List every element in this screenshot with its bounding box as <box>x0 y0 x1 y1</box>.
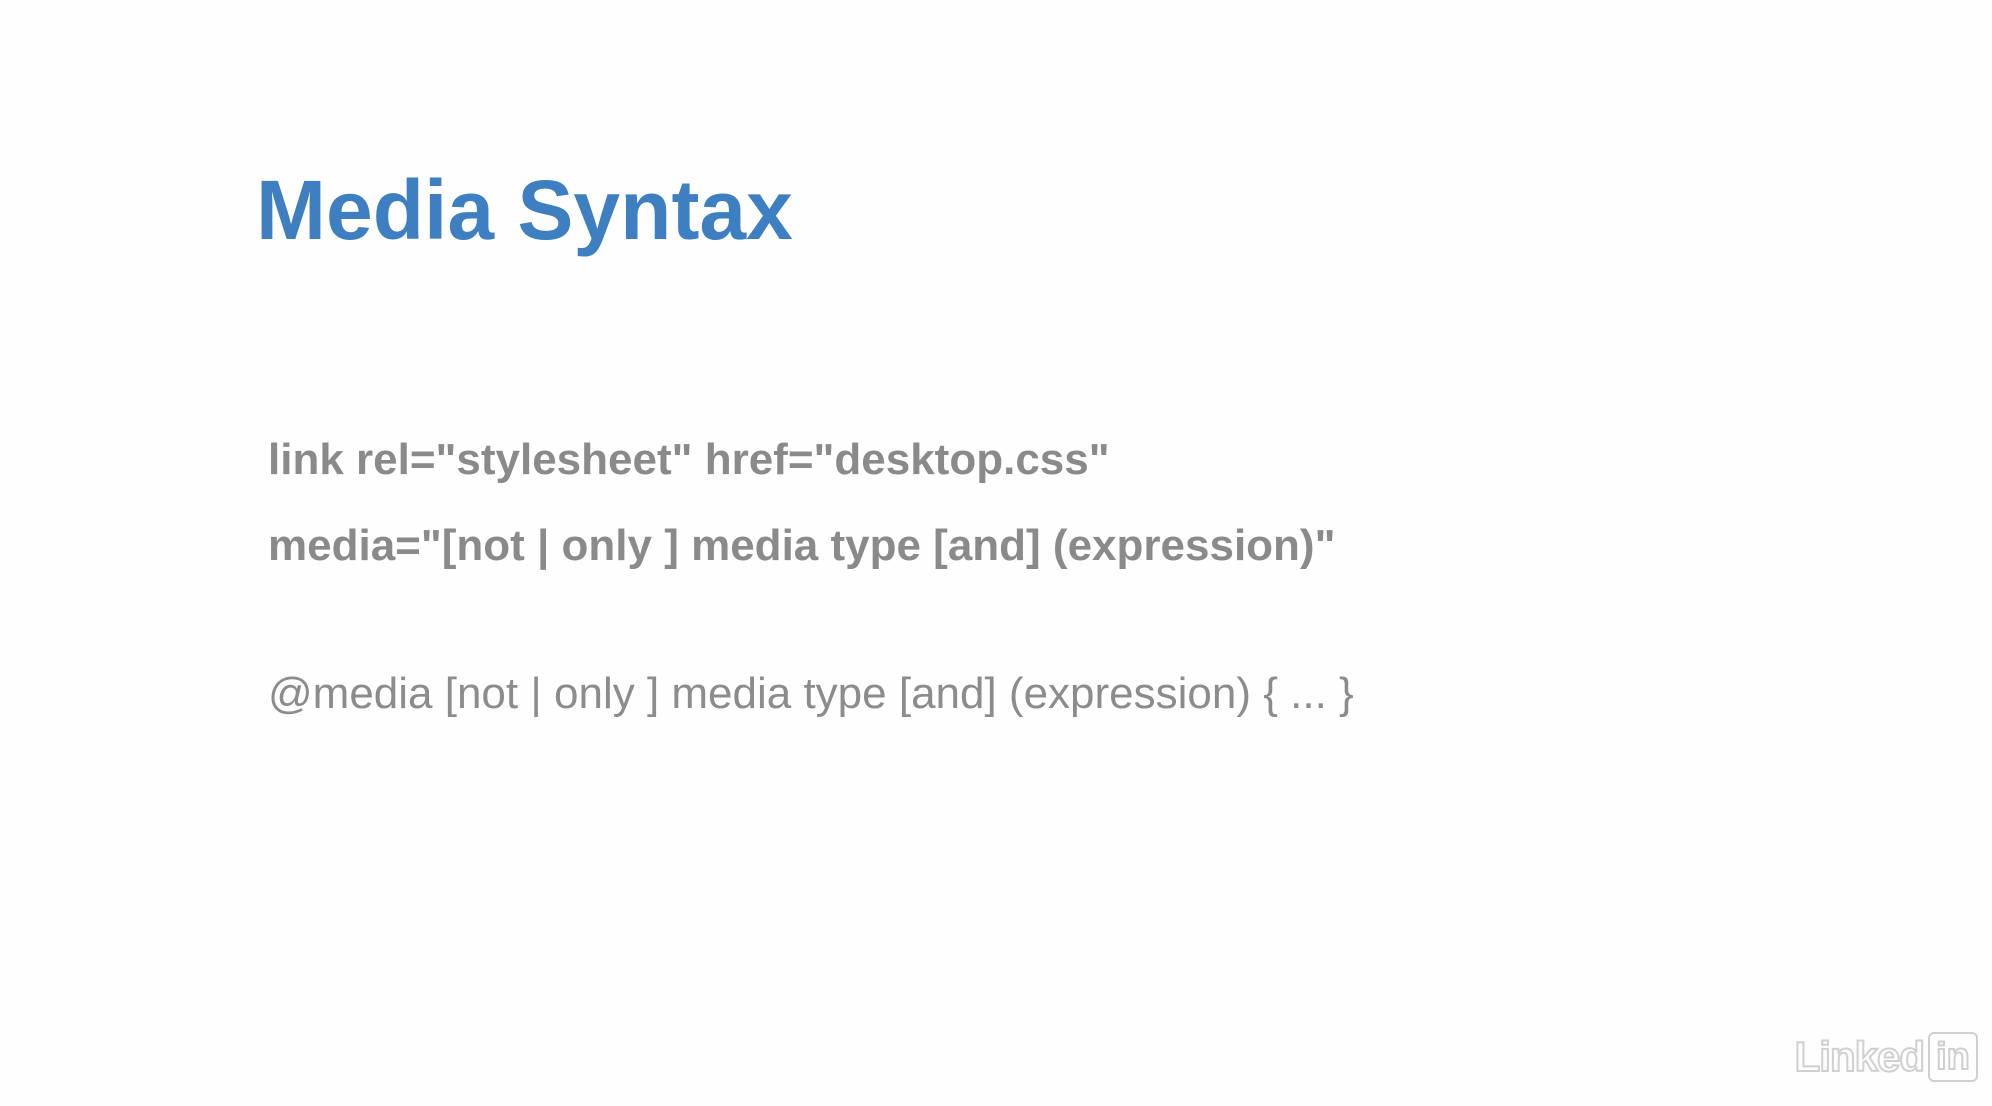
syntax-line-link: link rel="stylesheet" href="desktop.css" <box>268 435 1110 484</box>
syntax-line-media-rule: @media [not | only ] media type [and] (e… <box>268 669 1354 718</box>
linkedin-watermark-text: Linked <box>1794 1033 1926 1080</box>
linkedin-watermark: Linked in <box>1794 1032 1978 1082</box>
linkedin-logo-icon: in <box>1928 1032 1978 1082</box>
syntax-line-media-attribute: media="[not | only ] media type [and] (e… <box>268 521 1336 570</box>
slide-title: Media Syntax <box>256 163 793 257</box>
slide: Media Syntax link rel="stylesheet" href=… <box>0 0 1992 1106</box>
